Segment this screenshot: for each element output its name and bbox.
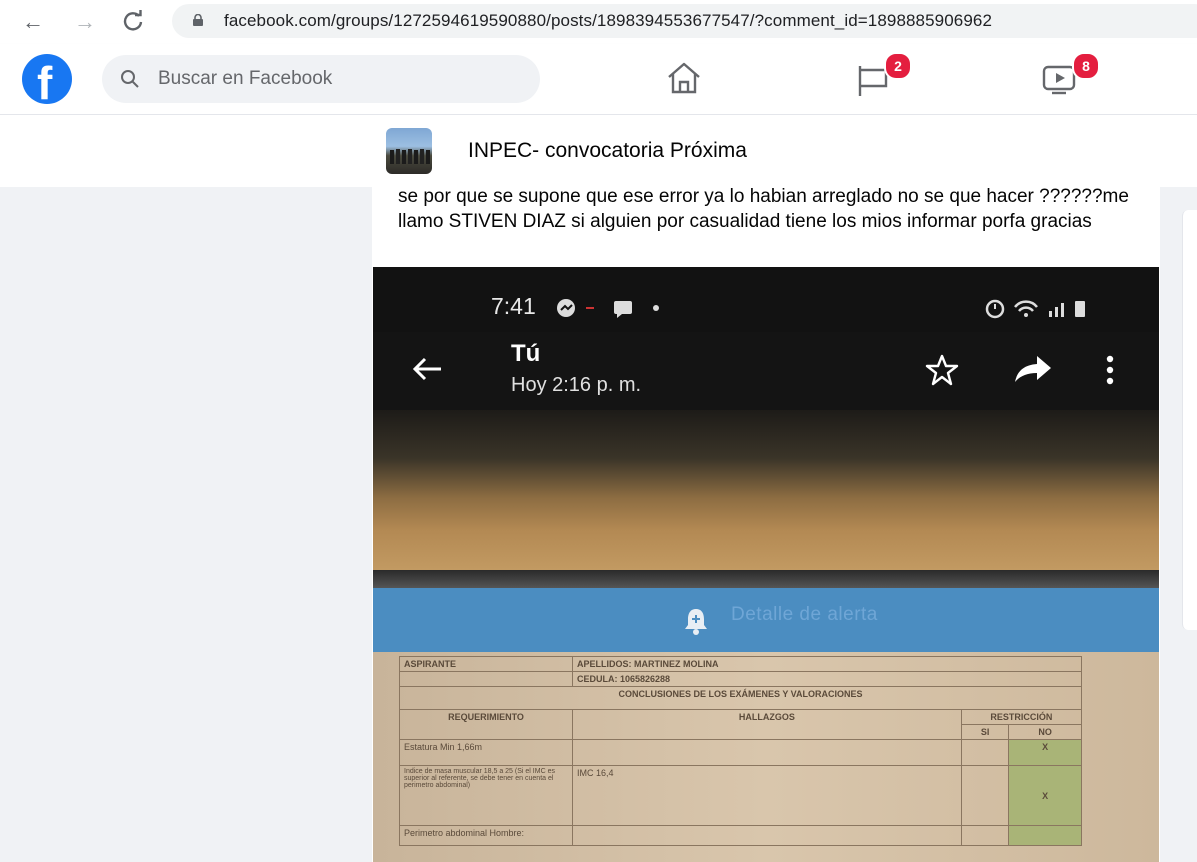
back-arrow-icon[interactable] — [411, 356, 443, 382]
chat-name: Tú — [511, 340, 541, 367]
col-requerimiento: REQUERIMIENTO — [399, 709, 573, 740]
photo-background — [373, 410, 1159, 570]
group-header: INPEC- convocatoria Próxima — [0, 115, 1197, 187]
browser-toolbar: ← → facebook.com/groups/1272594619590880… — [0, 0, 1197, 44]
back-arrow-icon[interactable]: ← — [22, 10, 44, 34]
search-icon — [121, 70, 139, 88]
row1-hallazgo — [572, 739, 962, 766]
row2-no: X — [1008, 765, 1082, 826]
row2-si — [960, 765, 1010, 826]
post-card: se por que se supone que ese error ya lo… — [372, 187, 1160, 862]
more-options-icon[interactable] — [1105, 354, 1115, 386]
row3-si — [960, 825, 1010, 846]
alert-banner-title: Detalle de alerta — [731, 604, 878, 625]
col-hallazgos: HALLAZGOS — [572, 709, 962, 740]
address-bar[interactable]: facebook.com/groups/1272594619590880/pos… — [172, 4, 1197, 38]
aspirante-label: ASPIRANTE — [399, 656, 573, 672]
col-no: NO — [1008, 724, 1082, 740]
row1-si — [960, 739, 1010, 766]
facebook-logo-icon[interactable]: f — [22, 54, 72, 109]
apellidos-cell: APELLIDOS: MARTINEZ MOLINA — [572, 656, 1082, 672]
row1-requerimiento: Estatura Min 1,66m — [399, 739, 573, 766]
forward-arrow-icon[interactable]: → — [74, 10, 96, 34]
status-system-icons — [985, 299, 1085, 319]
row1-no: X — [1008, 739, 1082, 766]
status-time: 7:41 — [491, 293, 536, 319]
watch-notification-badge: 8 — [1072, 52, 1100, 80]
row3-requerimiento: Perimetro abdominal Hombre: — [399, 825, 573, 846]
share-forward-icon[interactable] — [1013, 354, 1053, 384]
search-input[interactable]: Buscar en Facebook — [102, 55, 540, 103]
right-scroll-panel[interactable] — [1182, 210, 1197, 630]
message-header: Tú Hoy 2:16 p. m. — [373, 332, 1159, 410]
group-avatar[interactable] — [386, 128, 432, 174]
row3-hallazgo — [572, 825, 962, 846]
document-table: ASPIRANTE APELLIDOS: MARTINEZ MOLINA CED… — [373, 652, 1159, 862]
alert-banner: Detalle de alerta — [373, 588, 1159, 652]
home-icon[interactable] — [664, 58, 704, 98]
search-placeholder: Buscar en Facebook — [158, 68, 333, 89]
post-photo[interactable]: 7:41 Tú Hoy 2:16 p. m. Detalle de alerta… — [373, 267, 1159, 862]
cedula-cell: CEDULA: 1065826288 — [572, 671, 1082, 687]
row2-hallazgo: IMC 16,4 — [572, 765, 962, 826]
lock-icon — [193, 14, 203, 26]
col-restriccion: RESTRICCIÓN — [960, 709, 1083, 725]
reload-icon[interactable] — [122, 10, 144, 37]
bell-icon — [685, 609, 707, 635]
group-title[interactable]: INPEC- convocatoria Próxima — [468, 139, 747, 163]
chat-time: Hoy 2:16 p. m. — [511, 374, 642, 396]
status-notification-icons — [557, 299, 659, 318]
url-text: facebook.com/groups/1272594619590880/pos… — [224, 11, 992, 30]
star-icon[interactable] — [925, 354, 959, 386]
blank-cell — [399, 671, 573, 687]
post-text: se por que se supone que ese error ya lo… — [398, 187, 1129, 232]
left-panel — [0, 187, 372, 862]
monitor-edge — [373, 570, 1159, 588]
conclusiones-heading: CONCLUSIONES DE LOS EXÁMENES Y VALORACIO… — [399, 686, 1082, 710]
phone-status-bar: 7:41 — [373, 267, 1159, 332]
row3-no — [1008, 825, 1082, 846]
col-si: SI — [960, 724, 1010, 740]
flag-notification-badge: 2 — [884, 52, 912, 80]
facebook-header: f Buscar en Facebook 2 8 — [0, 44, 1197, 115]
row2-requerimiento: Indice de masa muscular 18,5 a 25 (Si el… — [399, 765, 573, 826]
